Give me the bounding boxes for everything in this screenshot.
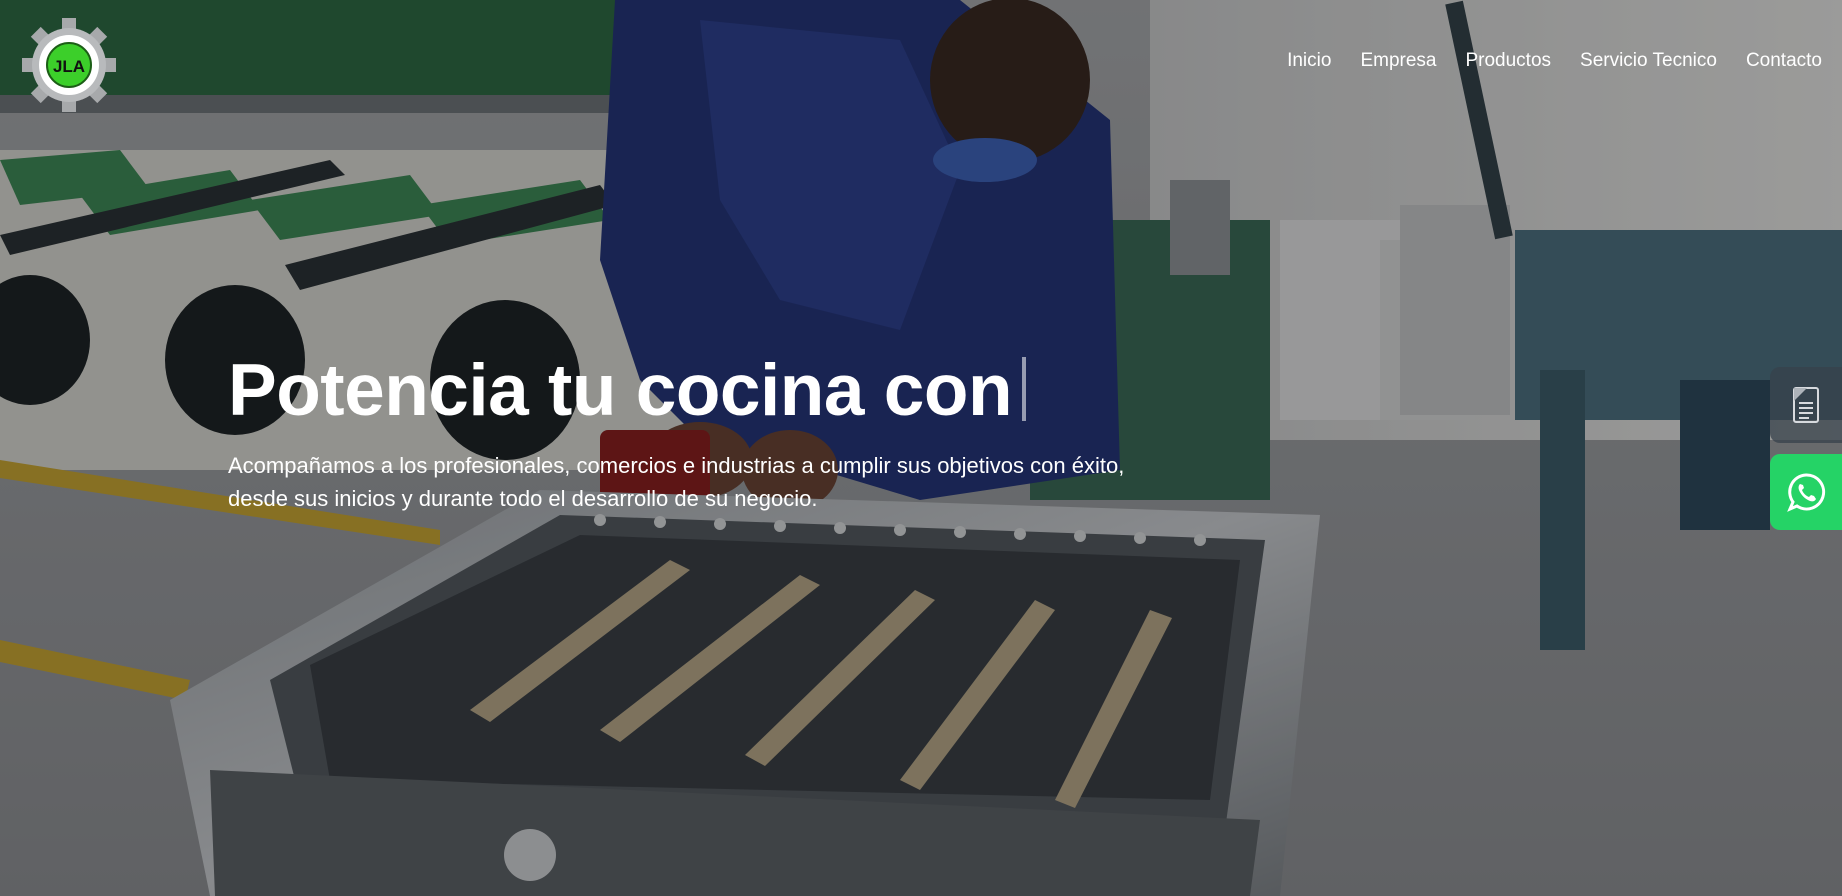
gear-logo-icon: JLA: [22, 18, 116, 112]
nav-link-servicio-tecnico[interactable]: Servicio Tecnico: [1580, 50, 1717, 72]
hero-overlay: [0, 0, 1842, 896]
hero-subtitle: Acompañamos a los profesionales, comerci…: [228, 449, 1248, 515]
hero-headline: Potencia tu cocina con: [228, 347, 1027, 435]
nav-link-contacto[interactable]: Contacto: [1746, 50, 1822, 72]
nav-link-productos[interactable]: Productos: [1465, 50, 1551, 72]
hero-subtitle-line: Acompañamos a los profesionales, comerci…: [228, 453, 1125, 478]
company-logo[interactable]: JLA: [22, 18, 116, 112]
catalog-button[interactable]: [1770, 367, 1842, 443]
document-icon: [1793, 387, 1819, 423]
main-navigation: Inicio Empresa Productos Servicio Tecnic…: [1287, 50, 1842, 72]
logo-text: JLA: [53, 57, 85, 76]
hero-headline-text: Potencia tu cocina con: [228, 350, 1013, 431]
whatsapp-button[interactable]: [1770, 454, 1842, 530]
hero-subtitle-line: desde sus inicios y durante todo el desa…: [228, 486, 818, 511]
whatsapp-icon: [1787, 473, 1826, 512]
hero-section: JLA Inicio Empresa Productos Servicio Te…: [0, 0, 1842, 896]
nav-link-inicio[interactable]: Inicio: [1287, 50, 1331, 72]
nav-link-empresa[interactable]: Empresa: [1360, 50, 1436, 72]
typing-cursor: [1022, 357, 1027, 421]
